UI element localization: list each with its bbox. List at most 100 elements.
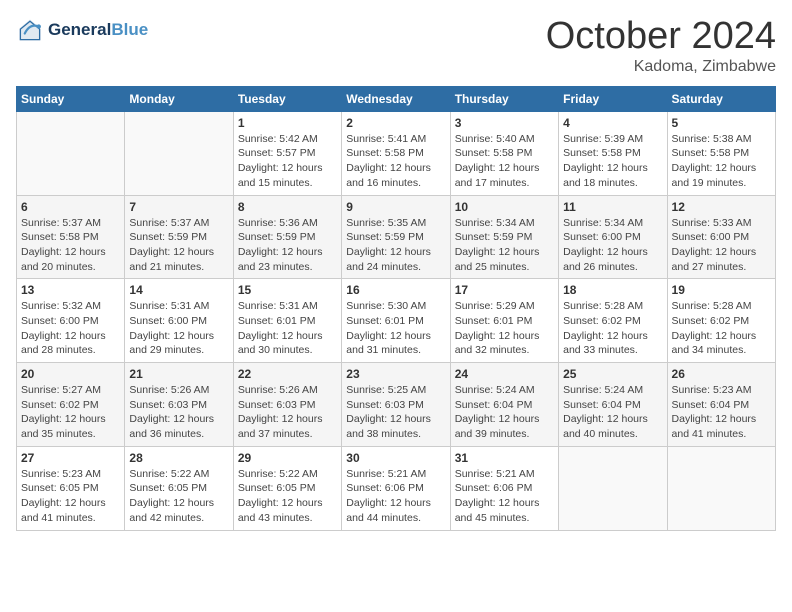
day-number: 25	[563, 367, 662, 381]
calendar-cell: 13 Sunrise: 5:32 AM Sunset: 6:00 PM Dayli…	[17, 279, 125, 363]
day-number: 30	[346, 451, 445, 465]
day-number: 5	[672, 116, 771, 130]
title-area: October 2024 Kadoma, Zimbabwe	[546, 16, 776, 76]
day-number: 29	[238, 451, 337, 465]
day-info: Sunrise: 5:34 AM Sunset: 5:59 PM Dayligh…	[455, 216, 554, 275]
day-info: Sunrise: 5:26 AM Sunset: 6:03 PM Dayligh…	[129, 383, 228, 442]
calendar-cell: 27Sunrise: 5:23 AM Sunset: 6:05 PM Dayli…	[17, 446, 125, 530]
day-number: 6	[21, 200, 120, 214]
weekday-header-wednesday: Wednesday	[342, 86, 450, 111]
logo-icon	[16, 16, 44, 44]
calendar-week-4: 20Sunrise: 5:27 AM Sunset: 6:02 PM Dayli…	[17, 363, 776, 447]
day-info: Sunrise: 5:33 AM Sunset: 6:00 PM Dayligh…	[672, 216, 771, 275]
day-info: Sunrise: 5:24 AM Sunset: 6:04 PM Dayligh…	[455, 383, 554, 442]
weekday-header-saturday: Saturday	[667, 86, 775, 111]
calendar-cell: 31 Sunrise: 5:21 AM Sunset: 6:06 PM Dayli…	[450, 446, 558, 530]
calendar-cell: 3 Sunrise: 5:40 AM Sunset: 5:58 PM Daylig…	[450, 111, 558, 195]
day-info: Sunrise: 5:22 AM Sunset: 6:05 PM Dayligh…	[129, 467, 228, 526]
day-info: Sunrise: 5:31 AM Sunset: 6:00 PM Dayligh…	[129, 299, 228, 358]
day-info: Sunrise: 5:28 AM Sunset: 6:02 PM Dayligh…	[563, 299, 662, 358]
day-number: 18	[563, 283, 662, 297]
calendar-cell: 29 Sunrise: 5:22 AM Sunset: 6:05 PM Dayli…	[233, 446, 341, 530]
calendar-cell: 14 Sunrise: 5:31 AM Sunset: 6:00 PM Dayli…	[125, 279, 233, 363]
day-info: Sunrise: 5:27 AM Sunset: 6:02 PM Dayligh…	[21, 383, 120, 442]
day-info: Sunrise: 5:38 AM Sunset: 5:58 PM Dayligh…	[672, 132, 771, 191]
location-title: Kadoma, Zimbabwe	[546, 58, 776, 76]
calendar-cell: 4 Sunrise: 5:39 AM Sunset: 5:58 PM Daylig…	[559, 111, 667, 195]
calendar-cell: 23 Sunrise: 5:25 AM Sunset: 6:03 PM Dayli…	[342, 363, 450, 447]
day-number: 28	[129, 451, 228, 465]
calendar-cell: 12 Sunrise: 5:33 AM Sunset: 6:00 PM Dayli…	[667, 195, 775, 279]
weekday-header-monday: Monday	[125, 86, 233, 111]
day-info: Sunrise: 5:37 AM Sunset: 5:59 PM Dayligh…	[129, 216, 228, 275]
day-info: Sunrise: 5:37 AM Sunset: 5:58 PM Dayligh…	[21, 216, 120, 275]
calendar-cell	[125, 111, 233, 195]
calendar-body: 1 Sunrise: 5:42 AM Sunset: 5:57 PM Daylig…	[17, 111, 776, 530]
calendar-cell	[559, 446, 667, 530]
calendar-cell: 20Sunrise: 5:27 AM Sunset: 6:02 PM Dayli…	[17, 363, 125, 447]
weekday-header-tuesday: Tuesday	[233, 86, 341, 111]
day-number: 26	[672, 367, 771, 381]
day-info: Sunrise: 5:23 AM Sunset: 6:04 PM Dayligh…	[672, 383, 771, 442]
day-info: Sunrise: 5:31 AM Sunset: 6:01 PM Dayligh…	[238, 299, 337, 358]
day-info: Sunrise: 5:36 AM Sunset: 5:59 PM Dayligh…	[238, 216, 337, 275]
weekday-header-friday: Friday	[559, 86, 667, 111]
day-info: Sunrise: 5:24 AM Sunset: 6:04 PM Dayligh…	[563, 383, 662, 442]
calendar-cell: 28 Sunrise: 5:22 AM Sunset: 6:05 PM Dayli…	[125, 446, 233, 530]
day-info: Sunrise: 5:29 AM Sunset: 6:01 PM Dayligh…	[455, 299, 554, 358]
day-number: 4	[563, 116, 662, 130]
day-info: Sunrise: 5:42 AM Sunset: 5:57 PM Dayligh…	[238, 132, 337, 191]
calendar-week-2: 6 Sunrise: 5:37 AM Sunset: 5:58 PM Daylig…	[17, 195, 776, 279]
day-number: 11	[563, 200, 662, 214]
day-number: 8	[238, 200, 337, 214]
day-number: 21	[129, 367, 228, 381]
calendar-cell: 22Sunrise: 5:26 AM Sunset: 6:03 PM Dayli…	[233, 363, 341, 447]
day-number: 22	[238, 367, 337, 381]
calendar-table: SundayMondayTuesdayWednesdayThursdayFrid…	[16, 86, 776, 531]
calendar-cell: 17Sunrise: 5:29 AM Sunset: 6:01 PM Dayli…	[450, 279, 558, 363]
logo-text: GeneralBlue	[48, 20, 148, 40]
day-info: Sunrise: 5:25 AM Sunset: 6:03 PM Dayligh…	[346, 383, 445, 442]
weekday-header-row: SundayMondayTuesdayWednesdayThursdayFrid…	[17, 86, 776, 111]
calendar-cell: 25 Sunrise: 5:24 AM Sunset: 6:04 PM Dayli…	[559, 363, 667, 447]
day-info: Sunrise: 5:21 AM Sunset: 6:06 PM Dayligh…	[455, 467, 554, 526]
calendar-cell: 24 Sunrise: 5:24 AM Sunset: 6:04 PM Dayli…	[450, 363, 558, 447]
day-number: 10	[455, 200, 554, 214]
day-number: 15	[238, 283, 337, 297]
day-number: 12	[672, 200, 771, 214]
day-info: Sunrise: 5:40 AM Sunset: 5:58 PM Dayligh…	[455, 132, 554, 191]
day-info: Sunrise: 5:35 AM Sunset: 5:59 PM Dayligh…	[346, 216, 445, 275]
day-info: Sunrise: 5:21 AM Sunset: 6:06 PM Dayligh…	[346, 467, 445, 526]
calendar-cell: 10 Sunrise: 5:34 AM Sunset: 5:59 PM Dayli…	[450, 195, 558, 279]
day-number: 16	[346, 283, 445, 297]
day-info: Sunrise: 5:41 AM Sunset: 5:58 PM Dayligh…	[346, 132, 445, 191]
day-info: Sunrise: 5:28 AM Sunset: 6:02 PM Dayligh…	[672, 299, 771, 358]
day-number: 2	[346, 116, 445, 130]
calendar-cell: 16 Sunrise: 5:30 AM Sunset: 6:01 PM Dayli…	[342, 279, 450, 363]
day-info: Sunrise: 5:30 AM Sunset: 6:01 PM Dayligh…	[346, 299, 445, 358]
calendar-cell	[17, 111, 125, 195]
logo: GeneralBlue	[16, 16, 148, 44]
day-number: 31	[455, 451, 554, 465]
day-number: 13	[21, 283, 120, 297]
day-number: 3	[455, 116, 554, 130]
calendar-cell: 11Sunrise: 5:34 AM Sunset: 6:00 PM Dayli…	[559, 195, 667, 279]
day-info: Sunrise: 5:39 AM Sunset: 5:58 PM Dayligh…	[563, 132, 662, 191]
calendar-cell: 19Sunrise: 5:28 AM Sunset: 6:02 PM Dayli…	[667, 279, 775, 363]
calendar-cell: 30 Sunrise: 5:21 AM Sunset: 6:06 PM Dayli…	[342, 446, 450, 530]
day-info: Sunrise: 5:32 AM Sunset: 6:00 PM Dayligh…	[21, 299, 120, 358]
calendar-cell: 26 Sunrise: 5:23 AM Sunset: 6:04 PM Dayli…	[667, 363, 775, 447]
calendar-cell: 2 Sunrise: 5:41 AM Sunset: 5:58 PM Daylig…	[342, 111, 450, 195]
month-title: October 2024	[546, 16, 776, 58]
day-number: 24	[455, 367, 554, 381]
calendar-cell: 1 Sunrise: 5:42 AM Sunset: 5:57 PM Daylig…	[233, 111, 341, 195]
calendar-cell: 18 Sunrise: 5:28 AM Sunset: 6:02 PM Dayli…	[559, 279, 667, 363]
header: GeneralBlue October 2024 Kadoma, Zimbabw…	[16, 16, 776, 76]
day-number: 7	[129, 200, 228, 214]
day-info: Sunrise: 5:22 AM Sunset: 6:05 PM Dayligh…	[238, 467, 337, 526]
calendar-cell: 15 Sunrise: 5:31 AM Sunset: 6:01 PM Dayli…	[233, 279, 341, 363]
day-number: 14	[129, 283, 228, 297]
day-number: 1	[238, 116, 337, 130]
calendar-week-1: 1 Sunrise: 5:42 AM Sunset: 5:57 PM Daylig…	[17, 111, 776, 195]
day-number: 23	[346, 367, 445, 381]
